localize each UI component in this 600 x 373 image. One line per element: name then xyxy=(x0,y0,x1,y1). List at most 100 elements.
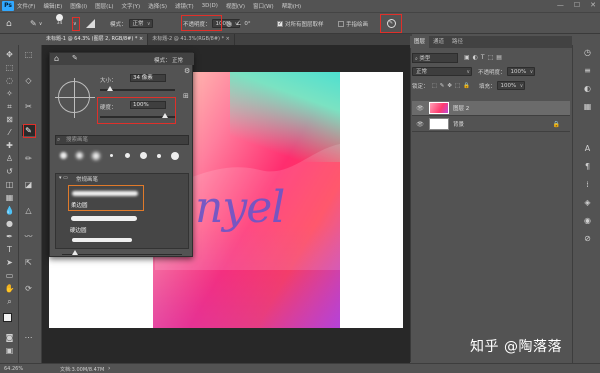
size-input[interactable]: 34 像素 xyxy=(130,74,166,82)
layer-name[interactable]: 图层 2 xyxy=(453,104,469,112)
frame-tool-icon[interactable]: ⊠ xyxy=(3,114,16,125)
paths-panel-icon[interactable]: ⊘ xyxy=(581,233,594,244)
angle-value[interactable]: 0° xyxy=(244,21,250,27)
brush-preset-1[interactable] xyxy=(56,149,70,167)
channels-panel-icon[interactable]: ◉ xyxy=(581,215,594,226)
mode-control[interactable]: 模式： 正常 xyxy=(110,16,153,31)
freeform-pen-icon[interactable]: 〰 xyxy=(22,231,35,242)
pen-tool-icon[interactable]: ✒ xyxy=(3,231,16,242)
history-brush-tool-icon[interactable]: ↺ xyxy=(3,166,16,177)
gradient-tool-icon[interactable]: ▦ xyxy=(3,192,16,203)
brush-preset-4[interactable] xyxy=(104,149,118,167)
brush-icon[interactable]: ✎ xyxy=(72,54,78,62)
home-icon[interactable]: ⌂ xyxy=(6,16,12,31)
close-button[interactable]: ✕ xyxy=(590,1,596,9)
stamp-tool-icon[interactable]: ♙ xyxy=(3,153,16,164)
pressure-opacity-icon[interactable]: ◍ xyxy=(226,16,232,31)
brush-preset-5[interactable] xyxy=(120,149,134,167)
angle-control[interactable]: ∠ 0° xyxy=(236,16,251,31)
slice-tool-icon[interactable]: ✂ xyxy=(22,101,35,112)
quick-select-tool-icon[interactable]: ✧ xyxy=(3,88,16,99)
menu-help[interactable]: 帮助(H) xyxy=(282,2,301,10)
layer-row-background[interactable]: 👁 背景 🔒 xyxy=(412,117,570,132)
quick-mask-icon[interactable]: ◙ xyxy=(3,332,16,343)
document-size[interactable]: 文档:3.00M/8.47M xyxy=(60,366,104,373)
move-tool-icon[interactable]: ✥ xyxy=(3,49,16,60)
brush-angle-roundness-widget[interactable] xyxy=(55,78,95,118)
marquee-tool-icon[interactable]: ⬚ xyxy=(3,62,16,73)
tab-document-1[interactable]: 未标题-1 @ 64.3% (图层 2, RGB/8#) * × xyxy=(42,34,149,45)
lock-icons[interactable]: ⬚✎✥⬚🔒 xyxy=(432,83,473,89)
layers-panel-icon[interactable]: ◈ xyxy=(581,197,594,208)
soft-round-brush-item[interactable]: 柔边圆 xyxy=(68,185,144,211)
brush-group-label[interactable]: 常规画笔 xyxy=(76,175,98,183)
tab-layers[interactable]: 图层 xyxy=(410,36,430,48)
direct-select-tool-icon[interactable]: ⇱ xyxy=(22,257,35,268)
layer-row-2[interactable]: 👁 图层 2 xyxy=(412,101,570,116)
chevron-right-icon[interactable]: › xyxy=(108,365,110,372)
lasso-tool-icon[interactable]: ◌ xyxy=(3,75,16,86)
brush-size-preview[interactable]: 34 xyxy=(56,14,63,29)
eye-icon[interactable]: 👁 xyxy=(415,121,425,128)
layer-name[interactable]: 背景 xyxy=(453,120,464,128)
foreground-color-swatch[interactable] xyxy=(3,313,12,322)
pencil-tool-icon[interactable]: ✏ xyxy=(22,153,35,164)
polygon-lasso-tool-icon[interactable]: ◇ xyxy=(22,75,35,86)
minimize-button[interactable]: — xyxy=(557,1,564,9)
brush-preset-3[interactable] xyxy=(88,149,102,167)
layer-filter-icons[interactable]: ▣◐T⬚▤ xyxy=(464,54,505,61)
new-preset-icon[interactable]: ⊞ xyxy=(183,92,189,100)
menu-file[interactable]: 文件(F) xyxy=(17,2,35,10)
background-eraser-icon[interactable]: ◪ xyxy=(22,179,35,190)
screen-mode-icon[interactable]: ▣ xyxy=(3,345,16,356)
brush-preset-7[interactable] xyxy=(152,149,166,167)
brush-preset-2[interactable] xyxy=(72,149,86,167)
edit-toolbar-icon[interactable]: ⋯ xyxy=(22,332,35,343)
home-icon[interactable]: ⌂ xyxy=(54,54,59,63)
tab-channels[interactable]: 通道 xyxy=(429,36,448,48)
glyphs-panel-icon[interactable]: ⁞ xyxy=(581,179,594,190)
brush-search-input[interactable]: 搜索画笔 xyxy=(55,135,189,145)
adjustments-panel-icon[interactable]: ◐ xyxy=(581,83,594,94)
brush-mode-value[interactable]: 正常 xyxy=(172,56,183,64)
sharpen-tool-icon[interactable]: △ xyxy=(22,205,35,216)
maximize-button[interactable]: ☐ xyxy=(574,1,580,9)
hard-round-brush-item[interactable]: 硬边圆 xyxy=(68,212,144,236)
layer-opacity-input[interactable]: 100% xyxy=(506,67,536,76)
fill-input[interactable]: 100% xyxy=(496,81,526,90)
crop-tool-icon[interactable]: ⌗ xyxy=(3,101,16,112)
menu-window[interactable]: 窗口(W) xyxy=(253,2,274,10)
paragraph-panel-icon[interactable]: ¶ xyxy=(581,161,594,172)
preview-size-handle[interactable] xyxy=(72,250,78,255)
eye-icon[interactable]: 👁 xyxy=(415,105,425,112)
menu-edit[interactable]: 编辑(E) xyxy=(43,2,62,10)
menu-layer[interactable]: 图层(L) xyxy=(95,2,113,10)
sample-all-layers[interactable]: ✓ 对所有图层取样 xyxy=(277,16,324,31)
size-slider-handle[interactable] xyxy=(107,86,113,91)
menu-view[interactable]: 视图(V) xyxy=(226,2,245,10)
finger-painting-checkbox[interactable] xyxy=(338,20,344,27)
menu-image[interactable]: 图像(I) xyxy=(70,2,87,10)
zoom-tool-icon[interactable]: ⌕ xyxy=(3,296,16,307)
gear-icon[interactable]: ⚙ xyxy=(184,67,190,75)
blend-mode-select[interactable]: 正常 xyxy=(412,67,472,76)
sample-all-checkbox[interactable]: ✓ xyxy=(277,20,283,27)
path-select-tool-icon[interactable]: ➤ xyxy=(3,257,16,268)
preview-size-slider[interactable] xyxy=(62,254,182,255)
menu-filter[interactable]: 滤镜(T) xyxy=(175,2,194,10)
dodge-tool-icon[interactable]: ● xyxy=(3,218,16,229)
brush-preset-8[interactable] xyxy=(168,149,182,167)
shape-tool-icon[interactable]: ▭ xyxy=(3,270,16,281)
type-tool-icon[interactable]: T xyxy=(3,244,16,255)
menu-3d[interactable]: 3D(D) xyxy=(202,3,218,9)
zoom-level[interactable]: 64.26% xyxy=(4,366,23,372)
artboard-tool-icon[interactable]: ⬚ xyxy=(22,49,35,60)
rotate-view-icon[interactable]: ⟳ xyxy=(22,283,35,294)
brush-preset-6[interactable] xyxy=(136,149,150,167)
eyedropper-tool-icon[interactable]: ⁄ xyxy=(3,127,16,138)
history-panel-icon[interactable]: ◷ xyxy=(581,47,594,58)
tab-paths[interactable]: 路径 xyxy=(448,36,467,48)
eraser-tool-icon[interactable]: ◫ xyxy=(3,179,16,190)
character-panel-icon[interactable]: A xyxy=(581,143,594,154)
blur-tool-icon[interactable]: 💧 xyxy=(3,205,16,216)
